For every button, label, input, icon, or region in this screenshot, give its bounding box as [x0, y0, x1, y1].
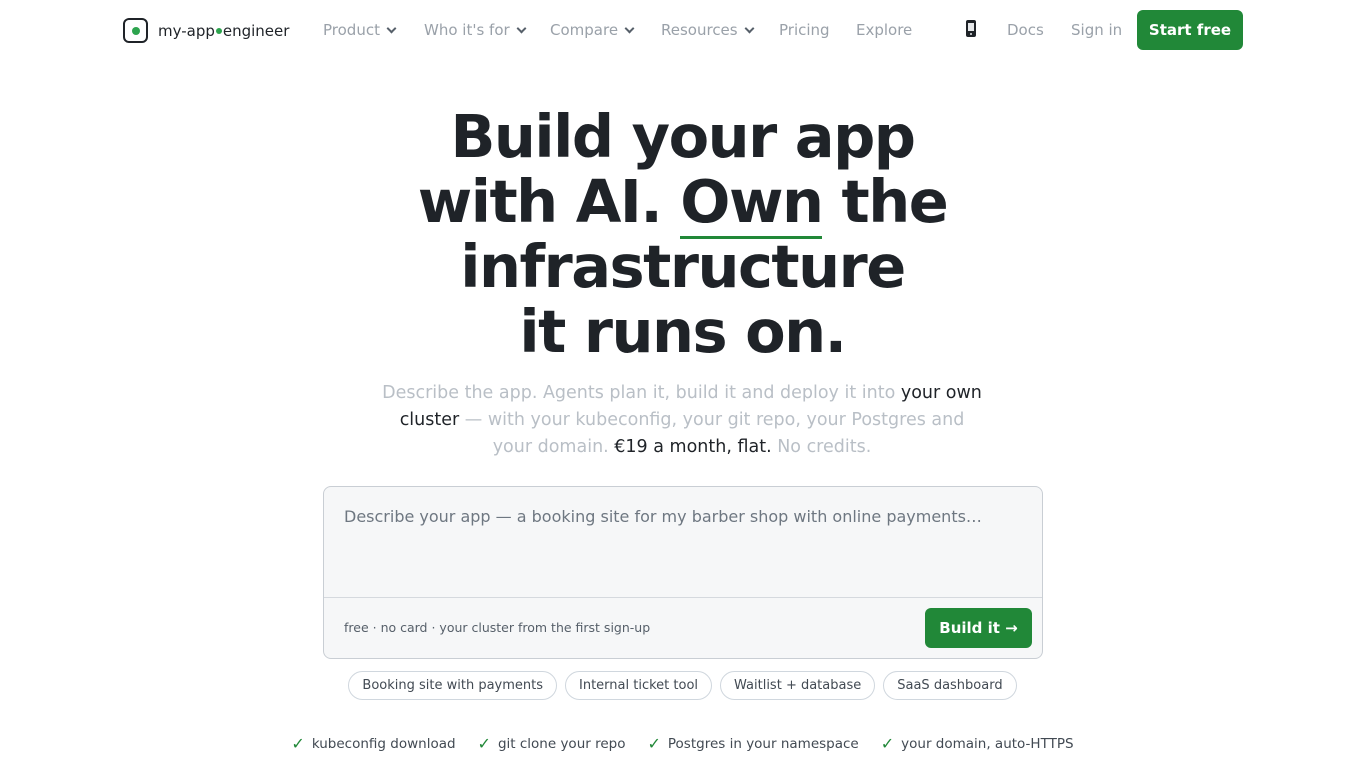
feature-item: ✓ your domain, auto-HTTPS [880, 734, 1074, 753]
phone-icon[interactable] [966, 20, 976, 37]
hero-line-2: with AI. Own the [0, 167, 1365, 239]
nav-item-explore[interactable]: Explore [856, 21, 912, 39]
feature-list: ✓ kubeconfig download ✓ git clone your rep… [0, 734, 1365, 753]
nav-item-who-its-for[interactable]: Who it's for [424, 21, 527, 39]
build-it-button[interactable]: Build it → [925, 608, 1032, 648]
nav-item-pricing[interactable]: Pricing [779, 21, 830, 39]
check-icon: ✓ [477, 734, 491, 753]
brand-dot-icon [215, 27, 222, 34]
feature-item: ✓ git clone your repo [477, 734, 626, 753]
chevron-down-icon [744, 23, 755, 33]
hero-line-3: infrastructure [460, 232, 906, 301]
example-chips: Booking site with payments Internal tick… [0, 671, 1365, 700]
app-description-input[interactable] [324, 487, 1042, 597]
example-chip-ticket-tool[interactable]: Internal ticket tool [565, 671, 713, 700]
example-chip-booking[interactable]: Booking site with payments [348, 671, 558, 700]
hero-subtitle: Describe the app. Agents plan it, build … [382, 383, 982, 457]
hero-line-1: Build your app [450, 102, 916, 171]
nav-item-resources[interactable]: Resources [661, 21, 755, 39]
feature-item: ✓ kubeconfig download [291, 734, 456, 753]
prompt-footer: free · no card · your cluster from the f… [324, 597, 1042, 658]
check-icon: ✓ [880, 734, 895, 753]
hero-heading: Build your app with AI. Own the infrastr… [0, 104, 1365, 364]
nav-item-product[interactable]: Product [323, 21, 397, 39]
app-prompt-box: free · no card · your cluster from the f… [323, 486, 1043, 659]
brand-logo-link[interactable]: my-app engineer [123, 18, 289, 43]
example-chip-waitlist[interactable]: Waitlist + database [720, 671, 876, 700]
start-free-button[interactable]: Start free [1137, 10, 1243, 50]
hero-line-4: it runs on. [519, 297, 847, 366]
nav-signin-link[interactable]: Sign in [1071, 21, 1122, 39]
feature-item: ✓ Postgres in your namespace [647, 734, 859, 753]
logo-icon [123, 18, 148, 43]
prompt-fineprint: free · no card · your cluster from the f… [344, 620, 651, 635]
chevron-down-icon [624, 23, 635, 33]
hero-accent-word: Own [680, 167, 824, 239]
chevron-down-icon [386, 23, 397, 33]
chevron-down-icon [516, 23, 527, 33]
check-icon: ✓ [291, 734, 305, 753]
check-icon: ✓ [647, 734, 661, 753]
example-chip-saas-dashboard[interactable]: SaaS dashboard [883, 671, 1017, 700]
brand-name: my-app engineer [158, 21, 290, 40]
top-navigation: my-app engineer Product Who it's for Comp… [0, 0, 1365, 62]
nav-item-compare[interactable]: Compare [550, 21, 635, 39]
nav-docs-link[interactable]: Docs [1007, 21, 1044, 39]
